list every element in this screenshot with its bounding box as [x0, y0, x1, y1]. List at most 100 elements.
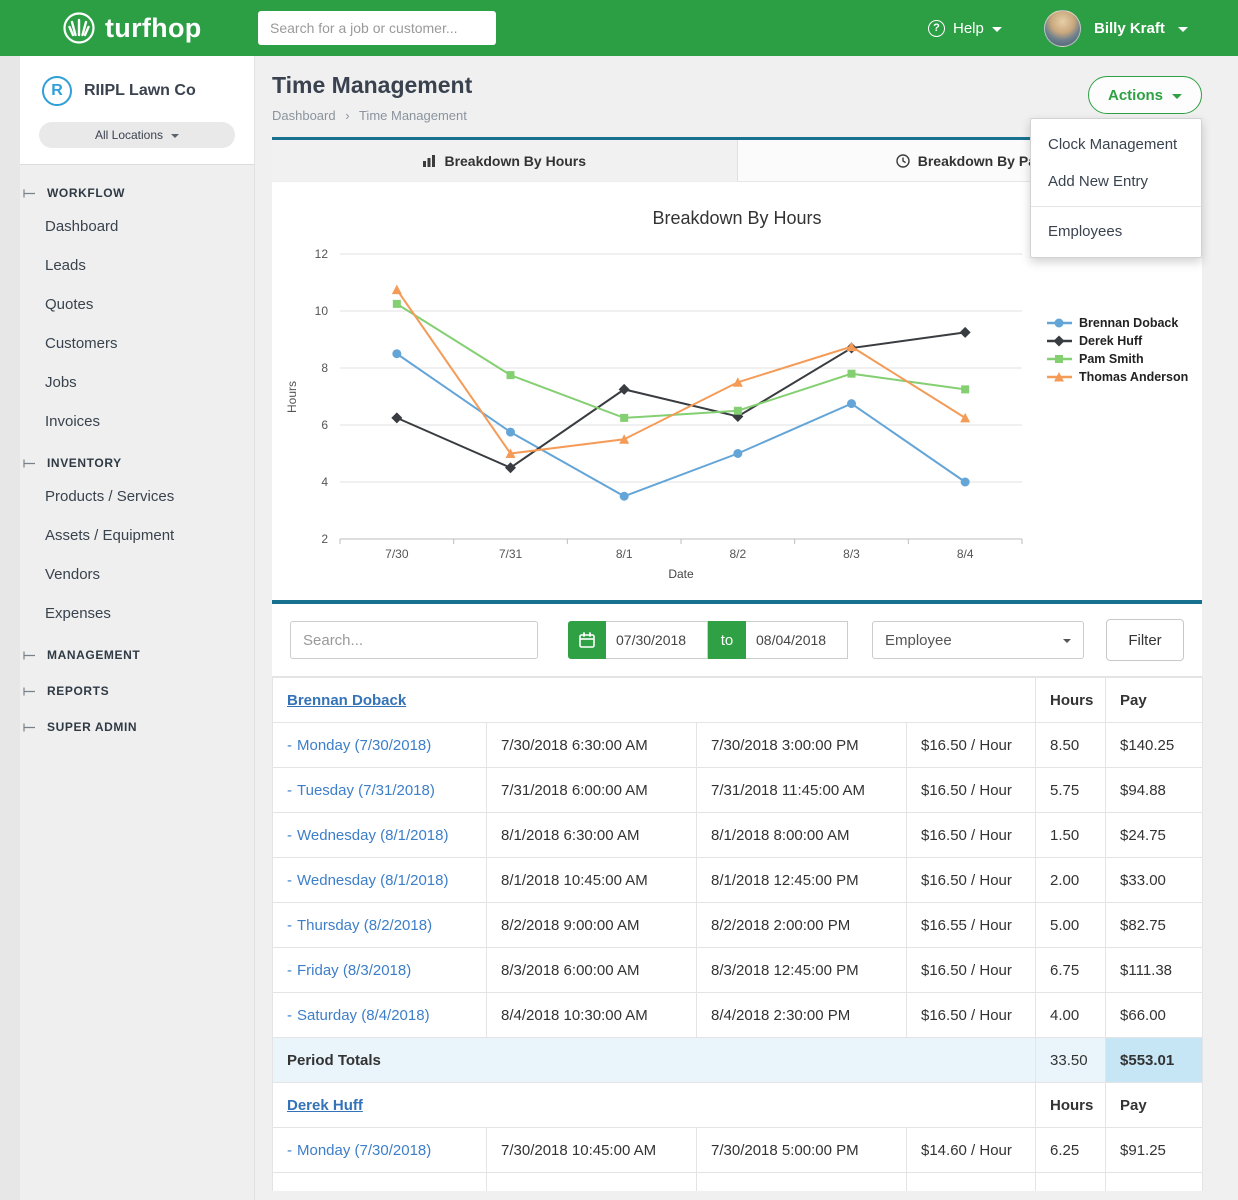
period-totals-row: Period Totals33.50$553.01 — [273, 1038, 1203, 1083]
clock-out-cell: 8/3/2018 12:45:00 PM — [697, 948, 907, 993]
svg-text:7/30: 7/30 — [385, 547, 409, 561]
day-link[interactable]: Friday (8/3/2018) — [297, 962, 411, 979]
legend-item-derek-huff[interactable]: Derek Huff — [1047, 334, 1143, 348]
svg-text:Date: Date — [668, 567, 694, 581]
help-menu[interactable]: ? Help — [928, 0, 1002, 56]
menu-item-add-new-entry[interactable]: Add New Entry — [1031, 163, 1201, 200]
menu-item-employees[interactable]: Employees — [1031, 213, 1201, 250]
sidebar-item-customers[interactable]: Customers — [20, 324, 254, 363]
sidebar-item-jobs[interactable]: Jobs — [20, 363, 254, 402]
grass-icon — [62, 11, 96, 45]
day-link[interactable]: Tuesday (7/31/2018) — [297, 782, 435, 799]
pay-cell: $33.00 — [1106, 858, 1203, 903]
svg-text:8/1: 8/1 — [616, 547, 633, 561]
user-menu[interactable]: Billy Kraft — [1044, 0, 1188, 56]
nav-section-label: INVENTORY — [47, 456, 122, 470]
user-avatar[interactable] — [1044, 10, 1081, 47]
rate-cell: $16.50 / Hour — [907, 768, 1036, 813]
svg-text:Derek Huff: Derek Huff — [1079, 334, 1143, 348]
chevron-down-icon — [1178, 27, 1188, 32]
location-selector[interactable]: All Locations — [39, 122, 235, 148]
nav-section-super-admin[interactable]: SUPER ADMIN — [20, 705, 254, 741]
pay-cell: $140.25 — [1106, 723, 1203, 768]
date-from-input[interactable] — [606, 621, 708, 659]
date-range-to-label: to — [708, 621, 746, 659]
menu-divider — [1031, 206, 1201, 207]
turfhop-logo[interactable]: turfhop — [62, 11, 202, 45]
breadcrumb-dashboard[interactable]: Dashboard — [272, 108, 336, 123]
svg-text:Thomas Anderson: Thomas Anderson — [1079, 370, 1188, 384]
hours-cell: 5.75 — [1036, 768, 1106, 813]
time-entry-row: -Wednesday (8/1/2018)8/1/2018 10:45:00 A… — [273, 858, 1203, 903]
nav-section-label: MANAGEMENT — [47, 648, 140, 662]
pay-column-header: Pay — [1106, 678, 1203, 723]
hours-cell: 6.25 — [1036, 1128, 1106, 1173]
pay-cell: $111.38 — [1106, 948, 1203, 993]
sidebar-item-vendors[interactable]: Vendors — [20, 555, 254, 594]
clock-out-cell: 8/4/2018 2:30:00 PM — [697, 993, 907, 1038]
day-link[interactable]: Wednesday (8/1/2018) — [297, 872, 449, 889]
sidebar-item-leads[interactable]: Leads — [20, 246, 254, 285]
sidebar-item-dashboard[interactable]: Dashboard — [20, 207, 254, 246]
filter-button[interactable]: Filter — [1106, 619, 1184, 661]
sidebar-item-assets-equipment[interactable]: Assets / Equipment — [20, 516, 254, 555]
sidebar-item-products-services[interactable]: Products / Services — [20, 477, 254, 516]
svg-text:Hours: Hours — [285, 381, 299, 413]
row-dash: - — [287, 917, 292, 934]
employee-link[interactable]: Derek Huff — [287, 1097, 363, 1114]
sidebar-item-invoices[interactable]: Invoices — [20, 402, 254, 441]
company-name: RIIPL Lawn Co — [84, 82, 196, 100]
period-total-hours: 33.50 — [1036, 1038, 1106, 1083]
date-to-input[interactable] — [746, 621, 848, 659]
clock-out-cell: 7/30/2018 5:00:00 PM — [697, 1128, 907, 1173]
clock-out-cell: 8/2/2018 2:00:00 PM — [697, 903, 907, 948]
day-link[interactable]: Thursday (8/2/2018) — [297, 917, 432, 934]
day-link[interactable]: Monday (7/30/2018) — [297, 1142, 431, 1159]
rate-cell: $14.60 / Hour — [907, 1128, 1036, 1173]
legend-item-thomas-anderson[interactable]: Thomas Anderson — [1047, 370, 1188, 384]
hours-column-header: Hours — [1036, 1083, 1106, 1128]
chevron-down-icon — [171, 134, 179, 138]
hours-cell: 6.75 — [1036, 948, 1106, 993]
sidebar-item-quotes[interactable]: Quotes — [20, 285, 254, 324]
tab-breakdown-by-hours[interactable]: Breakdown By Hours — [272, 140, 738, 182]
day-link[interactable]: Wednesday (8/1/2018) — [297, 827, 449, 844]
legend-item-pam-smith[interactable]: Pam Smith — [1047, 352, 1144, 366]
day-link[interactable]: Saturday (8/4/2018) — [297, 1007, 430, 1024]
nav-section-inventory[interactable]: INVENTORY — [20, 441, 254, 477]
help-icon: ? — [928, 20, 945, 37]
nav-section-reports[interactable]: REPORTS — [20, 669, 254, 705]
time-entry-row: -Monday (7/30/2018)7/30/2018 10:45:00 AM… — [273, 1128, 1203, 1173]
sidebar-nav: WORKFLOWDashboardLeadsQuotesCustomersJob… — [20, 165, 254, 741]
sidebar-item-expenses[interactable]: Expenses — [20, 594, 254, 633]
select-arrow-icon — [1063, 639, 1071, 643]
row-dash: - — [287, 1142, 292, 1159]
top-bar: turfhop ? Help Billy Kraft — [0, 0, 1238, 56]
nav-section-management[interactable]: MANAGEMENT — [20, 633, 254, 669]
menu-item-clock-management[interactable]: Clock Management — [1031, 126, 1201, 163]
svg-text:4: 4 — [321, 475, 328, 489]
global-search-input[interactable] — [258, 11, 496, 45]
day-link[interactable]: Monday (7/30/2018) — [297, 737, 431, 754]
legend-item-brennan-doback[interactable]: Brennan Doback — [1047, 316, 1178, 330]
actions-label: Actions — [1108, 87, 1163, 104]
rate-cell: $16.50 / Hour — [907, 813, 1036, 858]
help-label: Help — [953, 20, 984, 37]
clock-in-cell: 7/30/2018 6:30:00 AM — [487, 723, 697, 768]
date-range-picker: to — [568, 621, 848, 659]
employee-filter-select[interactable]: Employee — [872, 621, 1084, 659]
page-title: Time Management — [272, 72, 1202, 99]
calendar-button[interactable] — [568, 621, 606, 659]
row-dash: - — [287, 962, 292, 979]
employee-link[interactable]: Brennan Doback — [287, 692, 406, 709]
nav-section-workflow[interactable]: WORKFLOW — [20, 171, 254, 207]
svg-text:Pam Smith: Pam Smith — [1079, 352, 1144, 366]
svg-text:6: 6 — [321, 418, 328, 432]
bar-chart-icon — [422, 154, 436, 167]
hours-cell: 1.50 — [1036, 813, 1106, 858]
table-search-input[interactable] — [290, 621, 538, 659]
actions-button[interactable]: Actions — [1088, 76, 1202, 114]
hours-cell: 5.00 — [1036, 903, 1106, 948]
rate-cell: $16.50 / Hour — [907, 993, 1036, 1038]
actions-menu: Clock ManagementAdd New Entry Employees — [1030, 118, 1202, 258]
